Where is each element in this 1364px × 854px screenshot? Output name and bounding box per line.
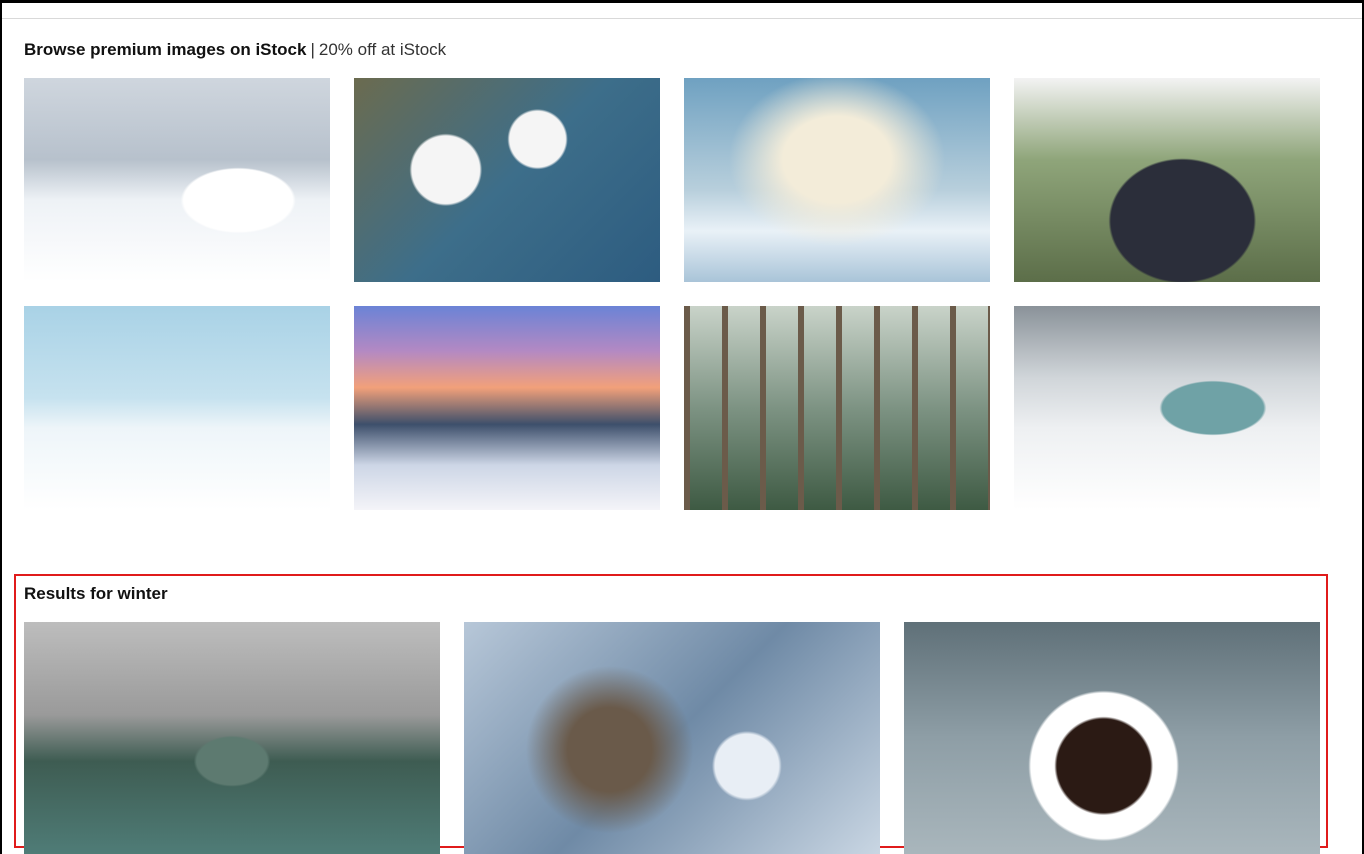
result-image-hot-coffee[interactable] (904, 622, 1320, 854)
istock-image-fat-bike[interactable] (1014, 306, 1320, 510)
istock-image-snowy-background[interactable] (24, 306, 330, 510)
istock-image-family-portrait[interactable] (1014, 78, 1320, 282)
result-image-woman-canoe[interactable] (24, 622, 440, 854)
browse-separator: | (310, 40, 315, 59)
top-divider (2, 18, 1362, 19)
browse-premium-heading: Browse premium images on iStock | 20% off … (24, 40, 446, 60)
istock-image-mountain-sunset[interactable] (354, 306, 660, 510)
istock-image-marshmallow-snowmen[interactable] (354, 78, 660, 282)
istock-promo-link[interactable]: 20% off at iStock (319, 40, 446, 59)
browse-title: Browse premium images on iStock (24, 40, 307, 59)
istock-image-winter-bokeh[interactable] (684, 78, 990, 282)
istock-image-forest-path[interactable] (684, 306, 990, 510)
result-image-snowflake[interactable] (464, 622, 880, 854)
istock-image-snowman-house[interactable] (24, 78, 330, 282)
results-title: Results for winter (24, 584, 168, 603)
